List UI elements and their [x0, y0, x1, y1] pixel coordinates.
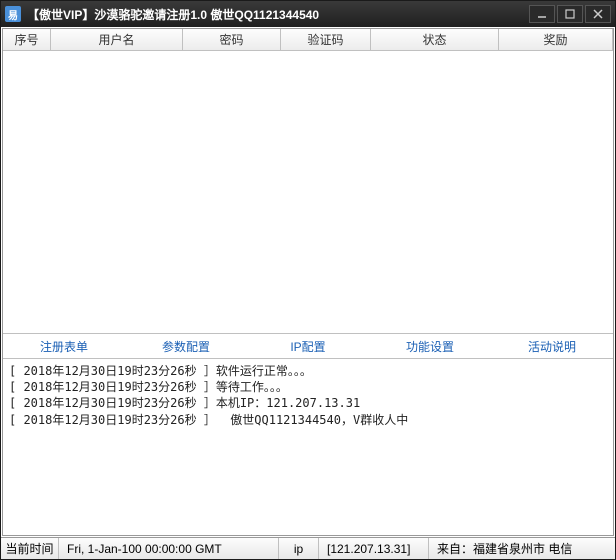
maximize-button[interactable]	[557, 5, 583, 23]
grid-body[interactable]	[3, 51, 613, 333]
titlebar[interactable]: 易 【傲世VIP】沙漠骆驼邀请注册1.0 傲世QQ1121344540	[1, 1, 615, 27]
col-header-user[interactable]: 用户名	[51, 29, 183, 50]
minimize-button[interactable]	[529, 5, 555, 23]
window-title: 【傲世VIP】沙漠骆驼邀请注册1.0 傲世QQ1121344540	[27, 6, 529, 23]
status-time-label: 当前时间	[1, 538, 59, 559]
app-icon: 易	[5, 6, 21, 22]
status-from-value: 来自：福建省泉州市 电信	[429, 538, 615, 559]
col-header-pass[interactable]: 密码	[183, 29, 281, 50]
data-grid: 序号 用户名 密码 验证码 状态 奖励	[3, 29, 613, 333]
status-time-value: Fri, 1-Jan-100 00:00:00 GMT	[59, 538, 279, 559]
col-header-seq[interactable]: 序号	[3, 29, 51, 50]
window-controls	[529, 5, 611, 23]
col-header-reward[interactable]: 奖励	[499, 29, 613, 50]
log-line: [ 2018年12月30日19时23分26秒 ］ 傲世QQ1121344540，…	[9, 412, 607, 428]
log-line: [ 2018年12月30日19时23分26秒 ］等待工作。。。	[9, 379, 607, 395]
tab-bar: 注册表单 参数配置 IP配置 功能设置 活动说明	[3, 333, 613, 359]
status-ip-label: ip	[279, 538, 319, 559]
col-header-code[interactable]: 验证码	[281, 29, 371, 50]
grid-header-row: 序号 用户名 密码 验证码 状态 奖励	[3, 29, 613, 51]
log-line: [ 2018年12月30日19时23分26秒 ］软件运行正常。。。	[9, 363, 607, 379]
tab-register-form[interactable]: 注册表单	[3, 333, 125, 360]
log-line: [ 2018年12月30日19时23分26秒 ］本机IP：121.207.13.…	[9, 395, 607, 411]
log-panel[interactable]: [ 2018年12月30日19时23分26秒 ］软件运行正常。。。 [ 2018…	[3, 359, 613, 535]
content-area: 序号 用户名 密码 验证码 状态 奖励 注册表单 参数配置 IP配置 功能设置 …	[2, 28, 614, 536]
tab-activity-info[interactable]: 活动说明	[491, 333, 613, 360]
tab-param-config[interactable]: 参数配置	[125, 333, 247, 360]
app-window: 易 【傲世VIP】沙漠骆驼邀请注册1.0 傲世QQ1121344540 序号 用…	[0, 0, 616, 560]
tab-ip-config[interactable]: IP配置	[247, 333, 369, 360]
status-ip-value: [121.207.13.31]	[319, 538, 429, 559]
close-button[interactable]	[585, 5, 611, 23]
tab-function-settings[interactable]: 功能设置	[369, 333, 491, 360]
col-header-status[interactable]: 状态	[371, 29, 499, 50]
status-bar: 当前时间 Fri, 1-Jan-100 00:00:00 GMT ip [121…	[1, 537, 615, 559]
